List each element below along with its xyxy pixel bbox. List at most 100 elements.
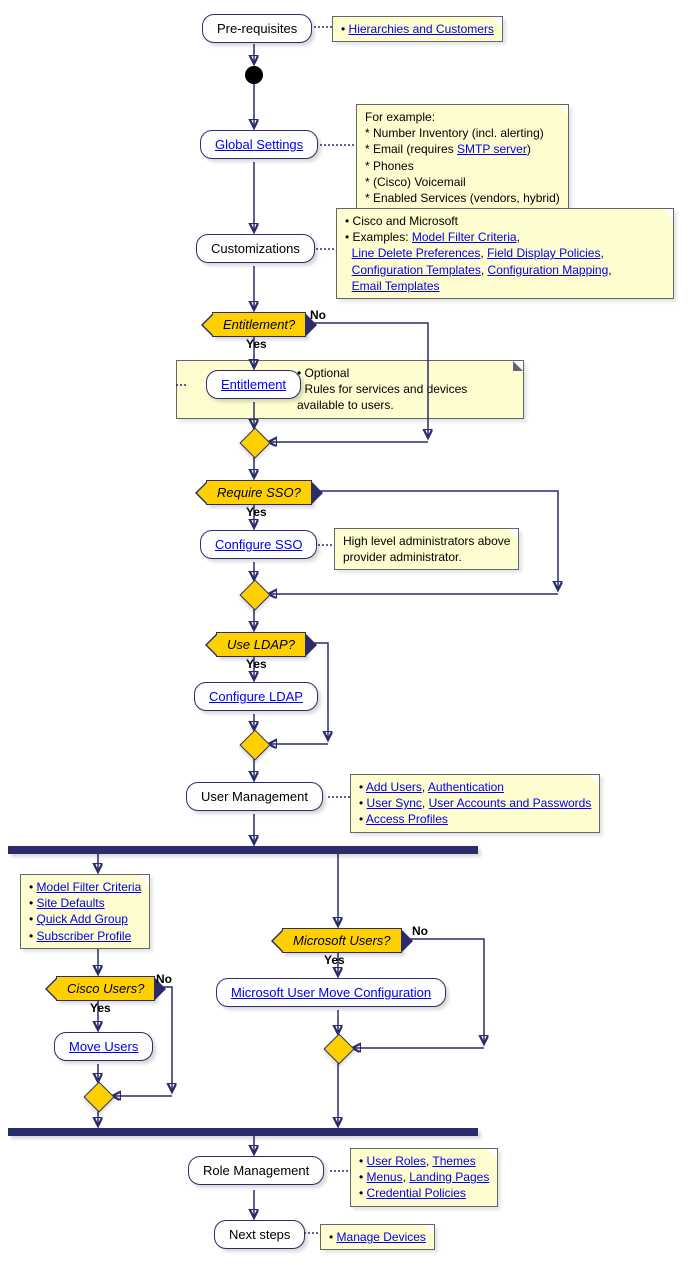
t: * Enabled Services (vendors, hybrid) — [365, 191, 560, 205]
node-move-users[interactable]: Move Users — [54, 1032, 153, 1061]
link[interactable]: Quick Add Group — [37, 912, 128, 926]
b: • — [359, 812, 366, 826]
label: Require SSO? — [217, 485, 301, 500]
label: Role Management — [203, 1163, 309, 1178]
node-customizations: Customizations — [196, 234, 315, 263]
t: • Rules for services and devices — [297, 382, 467, 396]
t: High level administrators above — [343, 534, 510, 548]
node-role-management: Role Management — [188, 1156, 324, 1185]
b: • — [359, 780, 366, 794]
note-role: • User Roles, Themes • Menus, Landing Pa… — [350, 1148, 498, 1207]
decision-ldap: Use LDAP? — [216, 632, 306, 657]
note-prereq: • Hierarchies and Customers — [332, 16, 503, 42]
link[interactable]: Site Defaults — [37, 896, 105, 910]
b: • — [29, 929, 37, 943]
decision-cisco-users: Cisco Users? — [56, 976, 155, 1001]
branch-yes: Yes — [324, 953, 345, 967]
branch-no: No — [156, 972, 172, 986]
merge-diamond — [239, 427, 270, 458]
t: , — [517, 230, 520, 244]
note-global: For example: * Number Inventory (incl. a… — [356, 104, 569, 211]
t: • Cisco and Microsoft — [345, 214, 458, 228]
label: Use LDAP? — [227, 637, 295, 652]
t: For example: — [365, 110, 435, 124]
note-user-management: • Add Users, Authentication • User Sync,… — [350, 774, 600, 833]
label[interactable]: Move Users — [69, 1039, 138, 1054]
label[interactable]: Microsoft User Move Configuration — [231, 985, 431, 1000]
branch-yes: Yes — [246, 505, 267, 519]
label[interactable]: Configure SSO — [215, 537, 302, 552]
link-manage-devices[interactable]: Manage Devices — [337, 1230, 426, 1244]
note-custom: • Cisco and Microsoft • Examples: Model … — [336, 208, 674, 299]
t: available to users. — [297, 398, 394, 412]
t: • Optional — [297, 366, 349, 380]
link[interactable]: Access Profiles — [366, 812, 448, 826]
b: • — [29, 912, 37, 926]
link[interactable]: Model Filter Criteria — [37, 880, 142, 894]
node-user-management: User Management — [186, 782, 323, 811]
b: • — [329, 1230, 337, 1244]
note-cisco: • Model Filter Criteria • Site Defaults … — [20, 874, 150, 949]
start-node — [245, 66, 263, 84]
merge-diamond — [323, 1033, 354, 1064]
link[interactable]: Landing Pages — [409, 1170, 489, 1184]
node-configure-sso[interactable]: Configure SSO — [200, 530, 317, 559]
node-entitlement[interactable]: Entitlement — [206, 370, 301, 399]
decision-ms-users: Microsoft Users? — [282, 928, 402, 953]
link[interactable]: Email Templates — [352, 279, 440, 293]
b: • — [359, 1170, 367, 1184]
note-next: • Manage Devices — [320, 1224, 435, 1250]
t: • Examples: — [345, 230, 412, 244]
b: • — [29, 880, 37, 894]
branch-no: No — [310, 308, 326, 322]
t: * Number Inventory (incl. alerting) — [365, 126, 544, 140]
node-ms-user-move[interactable]: Microsoft User Move Configuration — [216, 978, 446, 1007]
link[interactable]: Field Display Policies — [487, 246, 600, 260]
t: , — [422, 796, 429, 810]
link[interactable]: Configuration Templates — [352, 263, 481, 277]
link[interactable]: Subscriber Profile — [37, 929, 132, 943]
label: Microsoft Users? — [293, 933, 391, 948]
label: Customizations — [211, 241, 300, 256]
label: Next steps — [229, 1227, 290, 1242]
link[interactable]: Model Filter Criteria — [412, 230, 517, 244]
link[interactable]: Configuration Mapping — [488, 263, 609, 277]
merge-diamond — [83, 1081, 114, 1112]
merge-diamond — [239, 729, 270, 760]
t: * Email (requires — [365, 142, 457, 156]
bullet: • — [341, 22, 349, 36]
b: • — [359, 1186, 367, 1200]
label: Cisco Users? — [67, 981, 144, 996]
b: • — [359, 796, 367, 810]
label: User Management — [201, 789, 308, 804]
b: • — [359, 1154, 367, 1168]
label[interactable]: Entitlement — [221, 377, 286, 392]
node-next-steps: Next steps — [214, 1220, 305, 1249]
branch-yes: Yes — [246, 337, 267, 351]
branch-yes: Yes — [246, 657, 267, 671]
link[interactable]: Credential Policies — [367, 1186, 466, 1200]
label: Entitlement? — [223, 317, 295, 332]
link[interactable]: Line Delete Preferences — [352, 246, 481, 260]
link[interactable]: Menus — [367, 1170, 403, 1184]
link[interactable]: User Accounts and Passwords — [429, 796, 592, 810]
branch-no: No — [412, 924, 428, 938]
link-smtp[interactable]: SMTP server — [457, 142, 527, 156]
label[interactable]: Configure LDAP — [209, 689, 303, 704]
link[interactable]: User Roles — [367, 1154, 426, 1168]
link-hierarchies-customers[interactable]: Hierarchies and Customers — [349, 22, 494, 36]
node-global-settings[interactable]: Global Settings — [200, 130, 318, 159]
node-prerequisites: Pre-requisites — [202, 14, 312, 43]
fork-bar — [8, 846, 478, 854]
branch-yes: Yes — [90, 1001, 111, 1015]
link[interactable]: Add Users — [366, 780, 422, 794]
decision-sso: Require SSO? — [206, 480, 312, 505]
b: • — [29, 896, 37, 910]
link[interactable]: User Sync — [367, 796, 422, 810]
link[interactable]: Authentication — [428, 780, 504, 794]
link[interactable]: Themes — [432, 1154, 475, 1168]
label[interactable]: Global Settings — [215, 137, 303, 152]
t: * (Cisco) Voicemail — [365, 175, 466, 189]
t: ) — [527, 142, 531, 156]
node-configure-ldap[interactable]: Configure LDAP — [194, 682, 318, 711]
